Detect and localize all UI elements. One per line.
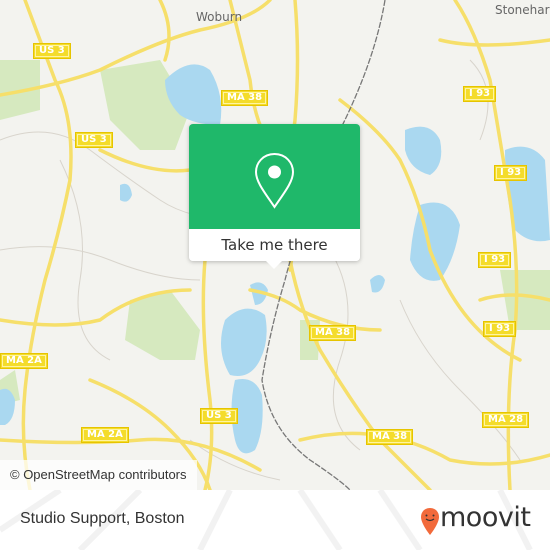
route-shield-i93: I 93 (478, 252, 512, 268)
take-me-there-button[interactable]: Take me there (189, 229, 360, 261)
location-title: Studio Support, Boston (20, 510, 185, 527)
location-pin-icon (254, 152, 295, 209)
route-shield-i93: I 93 (494, 165, 528, 181)
route-shield-us3: US 3 (75, 132, 113, 148)
popup-pointer (265, 260, 283, 269)
moovit-logo-icon (421, 508, 439, 535)
route-shield-i93: I 93 (463, 86, 497, 102)
route-shield-ma38: MA 38 (366, 429, 414, 445)
popup-header (189, 124, 360, 229)
route-shield-us3: US 3 (200, 408, 238, 424)
route-shield-ma2a: MA 2A (0, 353, 48, 369)
map-attribution[interactable]: © OpenStreetMap contributors (0, 460, 197, 490)
route-shield-ma38: MA 38 (309, 325, 357, 341)
route-shield-ma38: MA 38 (221, 90, 269, 106)
location-popup[interactable]: Take me there (189, 124, 360, 269)
route-shield-ma2a: MA 2A (81, 427, 129, 443)
place-label-woburn: Woburn (196, 10, 243, 24)
route-shield-ma28: MA 28 (482, 412, 530, 428)
route-shield-i93: I 93 (483, 321, 517, 337)
moovit-brand-logo[interactable]: moovit (440, 502, 531, 533)
place-label-stoneham: Stonehar (495, 3, 550, 17)
route-shield-us3: US 3 (33, 43, 71, 59)
